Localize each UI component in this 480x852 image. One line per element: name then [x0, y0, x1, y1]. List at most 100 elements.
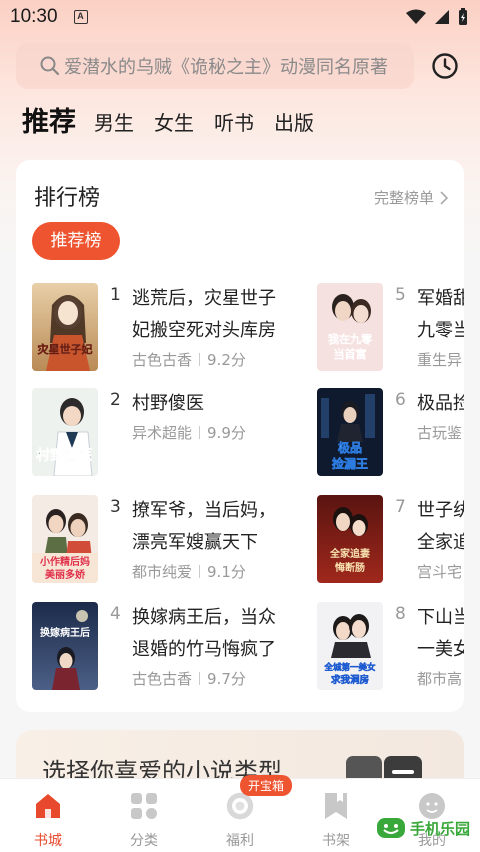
- book-meta: 古色古香 9.7分: [132, 668, 246, 689]
- book-genre: 都市高: [417, 670, 463, 688]
- book-cover: 小作精后妈 美丽多娇: [32, 495, 98, 583]
- rank-number: 6: [395, 390, 406, 410]
- book-title-line: 退婚的竹马悔疯了: [132, 639, 276, 660]
- list-item[interactable]: 全城第一美女 求我洞房 8 下山当 一美女 都市高: [317, 602, 464, 692]
- cover-text: 换嫁病王后: [40, 626, 90, 639]
- book-score: 9.2分: [207, 351, 246, 369]
- book-title: 村野傻医: [132, 388, 292, 420]
- home-icon: [33, 791, 63, 821]
- chevron-right-icon: [440, 190, 448, 205]
- book-title-line: 军婚甜: [417, 288, 464, 309]
- book-title: 军婚甜 九零当: [417, 283, 464, 347]
- book-meta: 都市高: [417, 668, 462, 689]
- book-meta: 异术超能 9.9分: [132, 422, 246, 443]
- book-title-line: 换嫁病王后，当众: [132, 607, 276, 628]
- rank-number: 8: [395, 604, 406, 624]
- site-watermark: 手机乐园: [376, 816, 470, 840]
- list-item[interactable]: 灾星世子妃 1 逃荒后，灾星世子 妃搬空死对头库房 古色古香 9.2分: [32, 283, 302, 373]
- book-genre: 重生异: [417, 351, 463, 369]
- full-ranking-link[interactable]: 完整榜单: [374, 187, 448, 208]
- tab-female[interactable]: 女生: [154, 104, 194, 142]
- book-meta: 重生异: [417, 349, 462, 370]
- list-item[interactable]: 我在九零 当首富 5 军婚甜 九零当 重生异: [317, 283, 464, 373]
- book-cover: 灾星世子妃: [32, 283, 98, 371]
- rank-number: 4: [110, 604, 121, 624]
- book-cover: 换嫁病王后: [32, 602, 98, 690]
- book-score: 9.9分: [207, 424, 246, 442]
- cover-text: 当首富: [334, 347, 367, 361]
- bottom-navigation: 书城 分类 开宝箱 福利 书架 我的: [0, 775, 480, 852]
- book-title-line: 漂亮军嫂赢天下: [132, 532, 258, 553]
- list-item[interactable]: 全家追妻 悔断肠 7 世子纨 全家追 宫斗宅: [317, 495, 464, 585]
- book-title-line: 九零当: [417, 320, 464, 341]
- search-icon: [40, 56, 60, 76]
- status-time: 10:30: [10, 6, 58, 27]
- tab-recommend[interactable]: 推荐: [22, 104, 76, 142]
- book-cover: 极品 捡漏王: [317, 388, 383, 476]
- book-genre: 都市纯爱: [132, 563, 193, 581]
- book-title-line: 一美女: [417, 639, 464, 660]
- cover-text: 我在九零: [328, 332, 373, 346]
- search-input[interactable]: 爱潜水的乌贼《诡秘之主》动漫同名原著: [16, 43, 414, 89]
- book-cover: 村野傻医: [32, 388, 98, 476]
- rank-number: 7: [395, 497, 406, 517]
- list-item[interactable]: 换嫁病王后 4 换嫁病王后，当众 退婚的竹马悔疯了 古色古香 9.7分: [32, 602, 302, 692]
- wifi-icon: [406, 9, 426, 24]
- smiley-logo-icon: [376, 818, 405, 838]
- cover-text: 灾星世子妃: [38, 342, 93, 356]
- list-item[interactable]: 小作精后妈 美丽多娇 3 撩军爷，当后妈， 漂亮军嫂赢天下 都市纯爱 9.1分: [32, 495, 302, 585]
- book-title-line: 世子纨: [417, 500, 464, 521]
- treasure-badge: 开宝箱: [240, 775, 293, 796]
- rank-number: 5: [395, 285, 406, 305]
- book-meta: 都市纯爱 9.1分: [132, 561, 246, 582]
- nav-bookstore[interactable]: 书城: [0, 779, 96, 852]
- tab-published[interactable]: 出版: [274, 104, 314, 142]
- nav-category[interactable]: 分类: [96, 779, 192, 852]
- ranking-title: 排行榜: [34, 186, 101, 211]
- notification-icon: A: [73, 10, 88, 24]
- clock-icon: [432, 53, 458, 79]
- full-ranking-label: 完整榜单: [373, 189, 434, 207]
- ranking-pill-recommend[interactable]: 推荐榜: [32, 222, 120, 260]
- book-title-line: 撩军爷，当后妈，: [132, 500, 276, 521]
- book-genre: 古玩鉴: [417, 424, 463, 442]
- status-icons: [406, 8, 468, 26]
- nav-bookshelf[interactable]: 书架: [288, 779, 384, 852]
- list-item[interactable]: 极品 捡漏王 6 极品捡 古玩鉴: [317, 388, 464, 478]
- book-score: 9.1分: [207, 563, 246, 581]
- cover-text: 极品: [338, 440, 362, 455]
- book-cover: 我在九零 当首富: [317, 283, 383, 371]
- history-button[interactable]: [430, 51, 460, 81]
- rank-number: 2: [110, 390, 121, 410]
- book-genre: 宫斗宅: [417, 563, 463, 581]
- book-genre: 古色古香: [132, 670, 193, 688]
- watermark-text: 手机乐园: [409, 819, 470, 838]
- cover-text: 全家追妻: [329, 547, 370, 560]
- ranking-card: 排行榜 完整榜单 推荐榜 灾星世子妃 1 逃荒后，灾星世子 妃搬空死对头库房 古…: [16, 160, 464, 712]
- book-title-line: 逃荒后，灾星世子: [132, 288, 276, 309]
- book-title-line: 全家追: [417, 532, 464, 553]
- rank-number: 1: [110, 285, 121, 305]
- channel-tabs: 推荐 男生 女生 听书 出版: [22, 104, 334, 142]
- battery-icon: [459, 8, 467, 25]
- cover-text: 村野傻医: [36, 447, 92, 464]
- book-cover: 全城第一美女 求我洞房: [317, 602, 383, 690]
- book-title-line: 妃搬空死对头库房: [132, 320, 276, 341]
- book-score: 9.7分: [207, 670, 246, 688]
- nav-welfare[interactable]: 开宝箱 福利: [192, 775, 293, 852]
- book-title-line: 下山当: [417, 607, 464, 628]
- cover-text: 求我洞房: [331, 674, 369, 686]
- signal-icon: [435, 10, 449, 24]
- search-placeholder: 爱潜水的乌贼《诡秘之主》动漫同名原著: [64, 57, 388, 78]
- book-genre: 异术超能: [132, 424, 193, 442]
- tab-audiobook[interactable]: 听书: [214, 104, 254, 142]
- book-genre: 古色古香: [132, 351, 193, 369]
- cover-text: 全城第一美女: [323, 662, 376, 673]
- book-title: 换嫁病王后，当众 退婚的竹马悔疯了: [132, 602, 292, 666]
- list-item[interactable]: 村野傻医 2 村野傻医 异术超能 9.9分: [32, 388, 302, 478]
- book-meta: 古色古香 9.2分: [132, 349, 246, 370]
- tab-male[interactable]: 男生: [94, 104, 134, 142]
- status-bar: 10:30 A: [0, 0, 480, 34]
- grid-icon: [129, 791, 159, 821]
- book-title: 撩军爷，当后妈， 漂亮军嫂赢天下: [132, 495, 292, 559]
